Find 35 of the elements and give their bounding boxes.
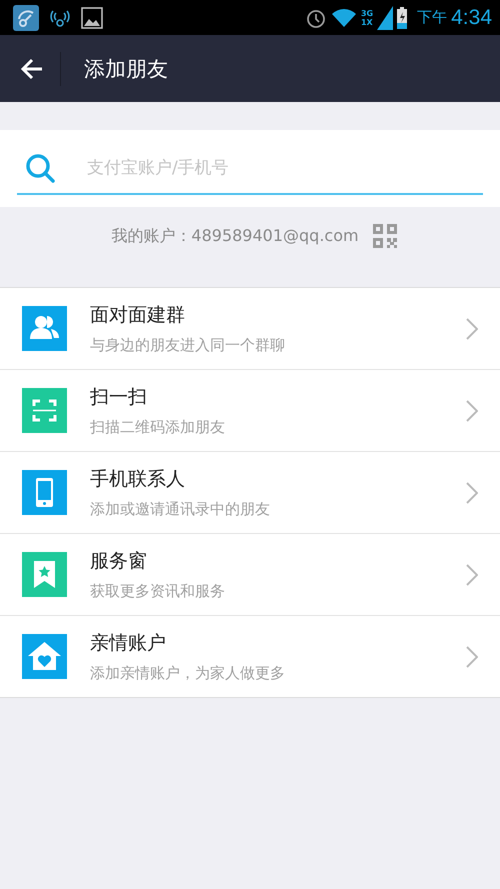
item-description: 添加或邀请通讯录中的朋友	[90, 500, 271, 519]
menu-item[interactable]: 服务窗 获取更多资讯和服务	[0, 534, 500, 616]
item-title: 亲情账户	[90, 631, 167, 656]
search-icon	[25, 152, 57, 182]
chevron-right-icon	[466, 646, 478, 668]
menu-item[interactable]: 手机联系人 添加或邀请通讯录中的朋友	[0, 452, 500, 534]
item-description: 扫描二维码添加朋友	[90, 418, 226, 437]
signal-icon	[377, 6, 394, 30]
app-notification-icon	[13, 4, 39, 30]
battery-icon	[397, 6, 408, 28]
chevron-right-icon	[466, 482, 478, 504]
time-period: 下午	[417, 8, 448, 27]
item-title: 面对面建群	[90, 303, 186, 328]
network-label: 1X	[360, 18, 374, 26]
menu-item[interactable]: 亲情账户 添加亲情账户，为家人做更多	[0, 616, 500, 697]
item-title: 手机联系人	[90, 467, 186, 492]
chevron-right-icon	[466, 564, 478, 586]
chevron-right-icon	[466, 318, 478, 340]
menu-item[interactable]: 扫一扫 扫描二维码添加朋友	[0, 370, 500, 452]
wifi-icon	[330, 8, 357, 28]
back-arrow-icon	[20, 58, 44, 80]
item-description: 获取更多资讯和服务	[90, 582, 226, 601]
menu-item[interactable]: 面对面建群 与身边的朋友进入同一个群聊	[0, 288, 500, 370]
item-description: 与身边的朋友进入同一个群聊	[90, 336, 286, 355]
search-field[interactable]: 支付宝账户/手机号	[17, 142, 483, 194]
network-label: 3G	[360, 8, 374, 18]
clock-time: 4:34	[451, 6, 492, 30]
item-title: 扫一扫	[90, 385, 148, 410]
image-icon	[81, 6, 103, 28]
chevron-right-icon	[466, 400, 478, 422]
search-bar[interactable]: 支付宝账户/手机号	[0, 130, 500, 207]
account-info: 我的账户：489589401@qq.com	[111, 226, 359, 246]
item-description: 添加亲情账户，为家人做更多	[90, 664, 286, 683]
item-title: 服务窗	[90, 549, 148, 574]
page-title: 添加朋友	[84, 56, 168, 82]
